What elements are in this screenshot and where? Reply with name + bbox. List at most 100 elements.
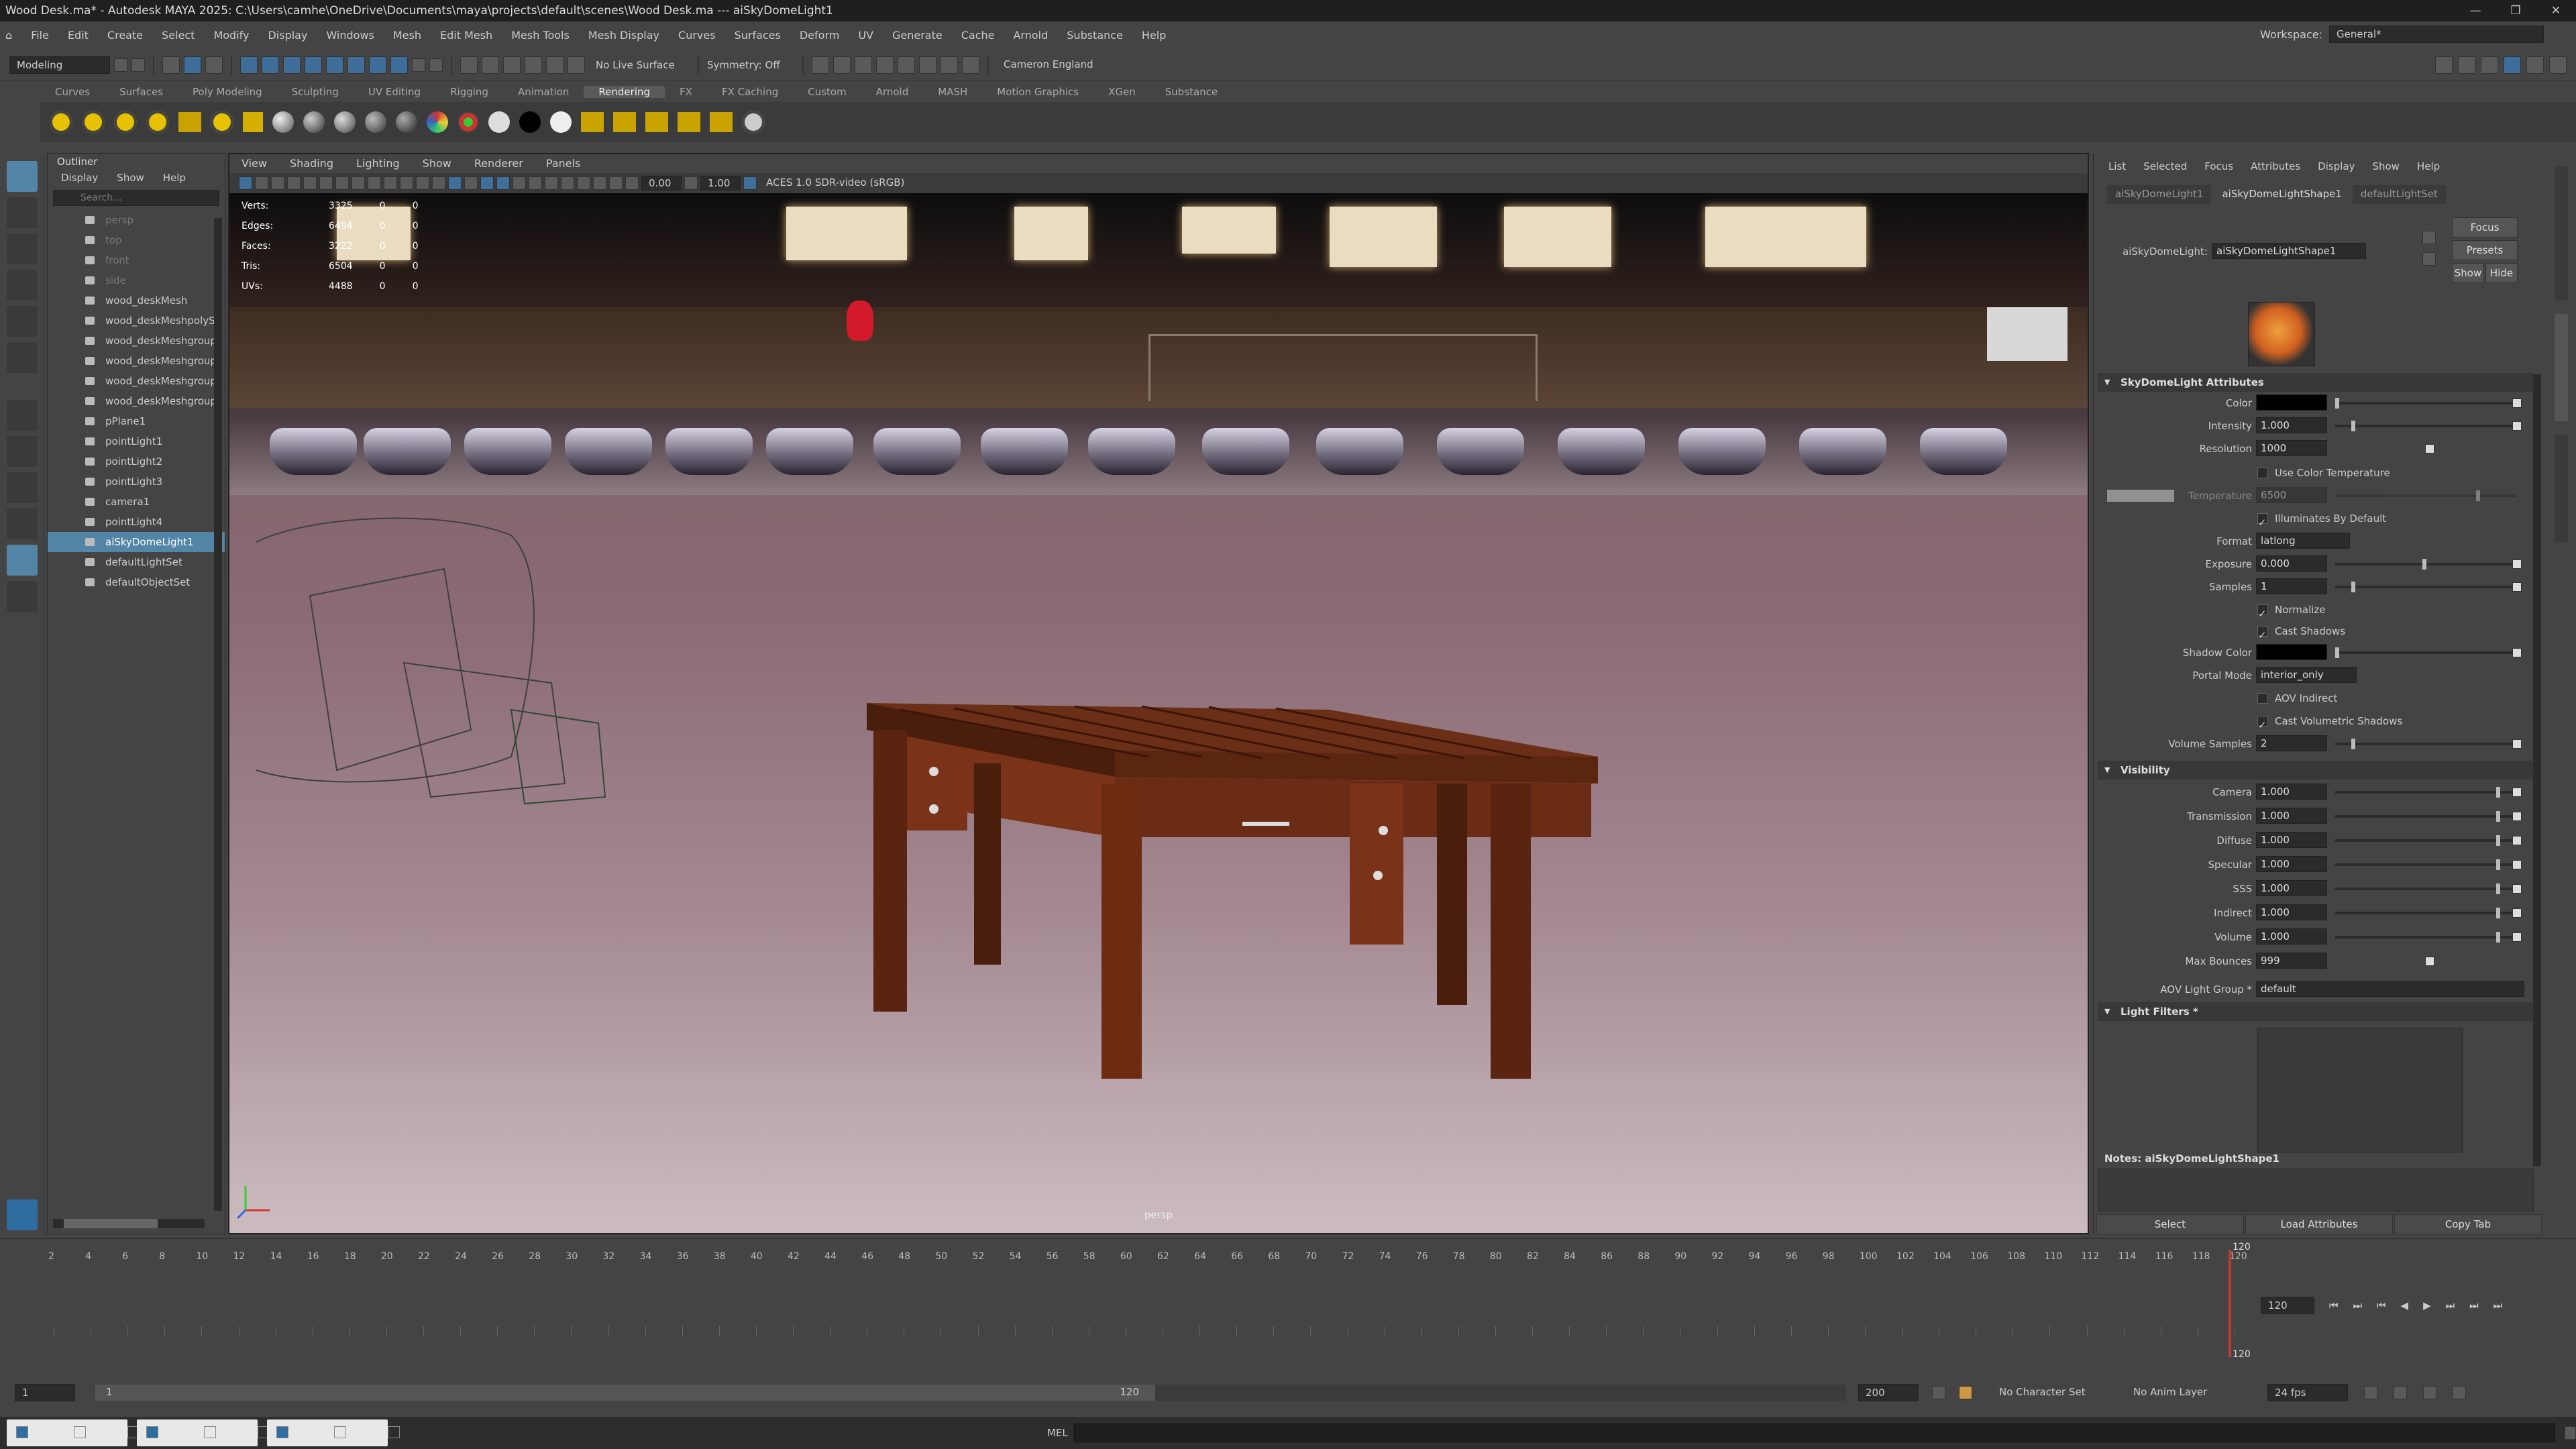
user-account-dropdown[interactable]: Cameron England [997, 56, 1118, 74]
safe-action-icon[interactable] [416, 176, 429, 190]
menu-uv[interactable]: UV [858, 29, 873, 42]
exposure-icon[interactable] [625, 176, 639, 190]
menu-curves[interactable]: Curves [678, 29, 716, 42]
snap-grid-icon[interactable] [460, 56, 478, 74]
spot-light-icon[interactable] [146, 111, 169, 133]
viewport-menu-renderer[interactable]: Renderer [474, 154, 523, 173]
samples-slider[interactable] [2335, 582, 2516, 592]
outliner-horizontal-scrollbar[interactable] [53, 1219, 205, 1228]
last-tool-icon[interactable] [7, 400, 38, 431]
section-visibility[interactable]: Visibility [2098, 761, 2534, 780]
visibility-diffuse-field[interactable]: 1.000 [2256, 832, 2327, 848]
select-handles-icon[interactable] [240, 56, 258, 74]
go-to-end-icon[interactable]: ⏭ [2493, 1299, 2503, 1311]
shelf-tab-rigging[interactable]: Rigging [435, 86, 503, 98]
shelf-tab-rendering[interactable]: Rendering [584, 86, 665, 98]
map-button-icon[interactable] [2512, 932, 2522, 942]
menu-surfaces[interactable]: Surfaces [735, 29, 781, 42]
visibility-specular-field[interactable]: 1.000 [2256, 856, 2327, 872]
select-component-icon[interactable] [205, 56, 223, 74]
minimized-window[interactable] [7, 1419, 140, 1446]
area-light-icon[interactable] [178, 112, 201, 132]
wireframe-icon[interactable] [432, 176, 445, 190]
light-filters-list[interactable] [2257, 1028, 2463, 1152]
map-button-icon[interactable] [2512, 398, 2522, 408]
command-input[interactable] [1073, 1424, 2556, 1442]
visibility-sss-field[interactable]: 1.000 [2256, 880, 2327, 896]
viewport-menu-view[interactable]: View [241, 154, 267, 173]
camera-attributes-icon[interactable] [255, 176, 268, 190]
ae-menu-display[interactable]: Display [2318, 153, 2355, 180]
ae-tab-light-set[interactable]: defaultLightSet [2352, 185, 2446, 204]
outliner-item[interactable]: wood_deskMeshgroup [48, 331, 225, 351]
film-gate-icon[interactable] [352, 176, 365, 190]
map-button-icon[interactable] [2512, 884, 2522, 894]
ae-tab-transform[interactable]: aiSkyDomeLight1 [2107, 185, 2212, 204]
minimized-window[interactable] [266, 1419, 400, 1446]
intensity-field[interactable]: 1.000 [2256, 417, 2327, 433]
visibility-camera-field[interactable]: 1.000 [2256, 784, 2327, 800]
menu-file[interactable]: File [31, 29, 49, 42]
lasso-tool-icon[interactable] [7, 197, 38, 228]
cast-volumetric-shadows-checkbox[interactable]: ✓ [2257, 716, 2268, 731]
render-settings-shelf-icon[interactable] [678, 112, 700, 132]
outliner-item[interactable]: wood_deskMesh [48, 290, 225, 311]
menu-deform[interactable]: Deform [800, 29, 839, 42]
render-view-icon[interactable] [581, 112, 604, 132]
field-chart-icon[interactable] [400, 176, 413, 190]
map-button-icon[interactable] [2512, 788, 2522, 797]
color-slider[interactable] [2335, 398, 2516, 409]
outliner-item[interactable]: pointLight4 [48, 512, 225, 532]
go-to-start-icon[interactable]: ⏮ [2329, 1299, 2339, 1311]
go-to-input-icon[interactable] [2422, 231, 2436, 244]
select-tool-icon[interactable] [7, 161, 38, 192]
skydome-swatch-preview[interactable] [2248, 302, 2315, 366]
modeling-toolkit-icon[interactable] [2435, 56, 2453, 74]
rotate-tool-icon[interactable] [7, 306, 38, 337]
menu-mesh-tools[interactable]: Mesh Tools [511, 29, 570, 42]
smooth-shade-icon[interactable] [448, 176, 462, 190]
resolution-field[interactable]: 1000 [2256, 440, 2327, 456]
search-icon[interactable] [7, 581, 38, 612]
cache-playback-icon[interactable] [2423, 1386, 2436, 1399]
single-perspective-layout-icon[interactable] [7, 436, 38, 467]
viewport-menu-lighting[interactable]: Lighting [356, 154, 400, 173]
volume-light-icon[interactable] [211, 111, 233, 133]
batch-render-icon[interactable] [710, 112, 733, 132]
hide-button[interactable]: Hide [2485, 263, 2518, 283]
persp-outliner-layout-icon[interactable] [7, 508, 38, 539]
snap-curve-icon[interactable] [482, 56, 499, 74]
format-dropdown[interactable]: latlong [2256, 533, 2350, 549]
shelf-tab-xgen[interactable]: XGen [1093, 86, 1150, 98]
illuminates-by-default-checkbox[interactable]: ✓ [2257, 513, 2268, 529]
shelf-tab-arnold[interactable]: Arnold [861, 86, 924, 98]
outliner-search-input[interactable]: Search... [53, 190, 219, 206]
script-editor-icon[interactable] [2565, 1426, 2576, 1440]
grease-pencil-icon[interactable] [319, 176, 333, 190]
shelf-tab-motion-graphics[interactable]: Motion Graphics [982, 86, 1093, 98]
outliner-item[interactable]: wood_deskMeshgroup [48, 351, 225, 371]
snap-projected-center-icon[interactable] [525, 56, 542, 74]
modeling-toolkit-tab[interactable] [2555, 435, 2568, 542]
shelf-tab-substance[interactable]: Substance [1150, 86, 1232, 98]
menu-generate[interactable]: Generate [892, 29, 943, 42]
visibility-volume-field[interactable]: 1.000 [2256, 928, 2327, 945]
outliner-item[interactable]: persp [48, 210, 225, 230]
time-slider[interactable]: 2 4 6 8 10 12 14 16 18 20 22 24 26 28 30 32 34 36 38 40 42 44… [0, 1238, 2576, 1366]
menu-arnold[interactable]: Arnold [1013, 29, 1048, 42]
render-current-icon[interactable] [613, 112, 636, 132]
character-controls-icon[interactable] [2458, 56, 2475, 74]
ipr-icon[interactable] [645, 112, 668, 132]
shelf-tab-custom[interactable]: Custom [793, 86, 861, 98]
outliner-item[interactable]: pPlane1 [48, 411, 225, 431]
restore-icon[interactable]: ❐ [2496, 0, 2536, 21]
map-button-icon[interactable] [2512, 860, 2522, 869]
map-button-icon[interactable] [2512, 739, 2522, 749]
persp-graph-layout-icon[interactable] [7, 545, 38, 576]
textured-icon[interactable] [480, 176, 494, 190]
visibility-diffuse-slider[interactable] [2335, 835, 2516, 846]
highlight-selection-icon[interactable] [429, 58, 443, 72]
outliner-menu-show[interactable]: Show [117, 170, 144, 186]
surface-shader-white-icon[interactable] [488, 111, 510, 133]
aov-indirect-checkbox[interactable] [2257, 693, 2268, 704]
